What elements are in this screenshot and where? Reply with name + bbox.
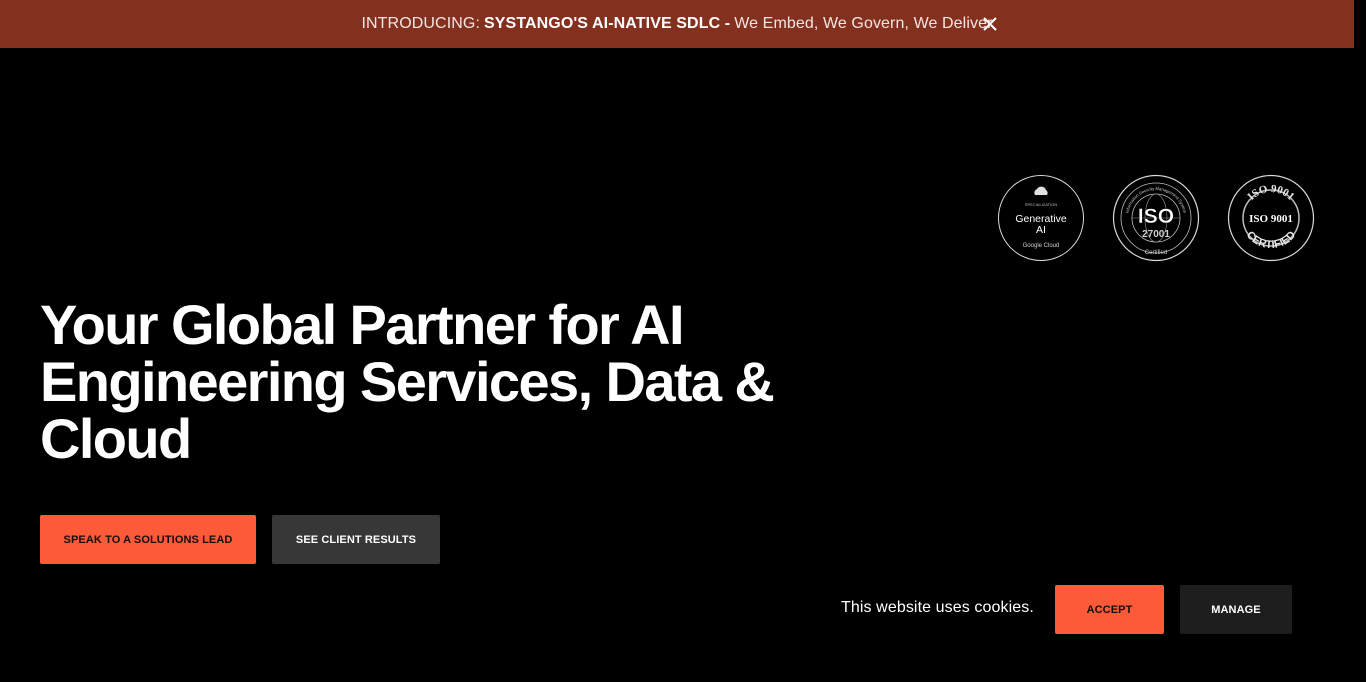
badge-line2: AI xyxy=(1036,224,1046,236)
iso-9001-badge: ISO 9001 ISO 9001 CERTIFIED xyxy=(1227,174,1315,262)
close-icon[interactable] xyxy=(980,14,1000,34)
badge-bottom: Certified xyxy=(1145,250,1167,256)
google-cloud-specialization-badge: SPECIALIZATION Generative AI Google Clou… xyxy=(998,175,1084,261)
iso-27001-badge: ISO 27001 Certified Information Security… xyxy=(1112,174,1200,262)
announcement-highlight[interactable]: SYSTANGO'S AI-NATIVE SDLC - xyxy=(484,15,730,33)
speak-to-solutions-lead-button[interactable]: SPEAK TO A SOLUTIONS LEAD xyxy=(40,515,256,564)
announcement-banner: INTRODUCING: SYSTANGO'S AI-NATIVE SDLC -… xyxy=(0,0,1354,48)
announcement-prefix: INTRODUCING: xyxy=(361,15,480,32)
scrollbar-track xyxy=(1354,0,1366,682)
badge-main: ISO 9001 xyxy=(1249,213,1293,225)
badge-main: ISO xyxy=(1138,205,1174,228)
accept-cookies-button[interactable]: ACCEPT xyxy=(1055,585,1164,634)
certification-badges: SPECIALIZATION Generative AI Google Clou… xyxy=(997,174,1315,262)
badge-top: SPECIALIZATION xyxy=(1025,202,1057,207)
cookie-message: This website uses cookies. xyxy=(841,599,1034,616)
hero-title-line2: Engineering Services, Data & xyxy=(40,350,775,413)
see-client-results-button[interactable]: SEE CLIENT RESULTS xyxy=(272,515,440,564)
hero-title-line1: Your Global Partner for AI xyxy=(40,293,685,356)
badge-bottom: Google Cloud xyxy=(1023,243,1060,249)
announcement-suffix: We Embed, We Govern, We Deliver xyxy=(734,15,993,32)
manage-cookies-button[interactable]: MANAGE xyxy=(1180,585,1292,634)
badge-sub: 27001 xyxy=(1142,229,1170,240)
hero-title: Your Global Partner for AI Engineering S… xyxy=(40,296,800,467)
hero-title-line3: Cloud xyxy=(40,407,192,470)
